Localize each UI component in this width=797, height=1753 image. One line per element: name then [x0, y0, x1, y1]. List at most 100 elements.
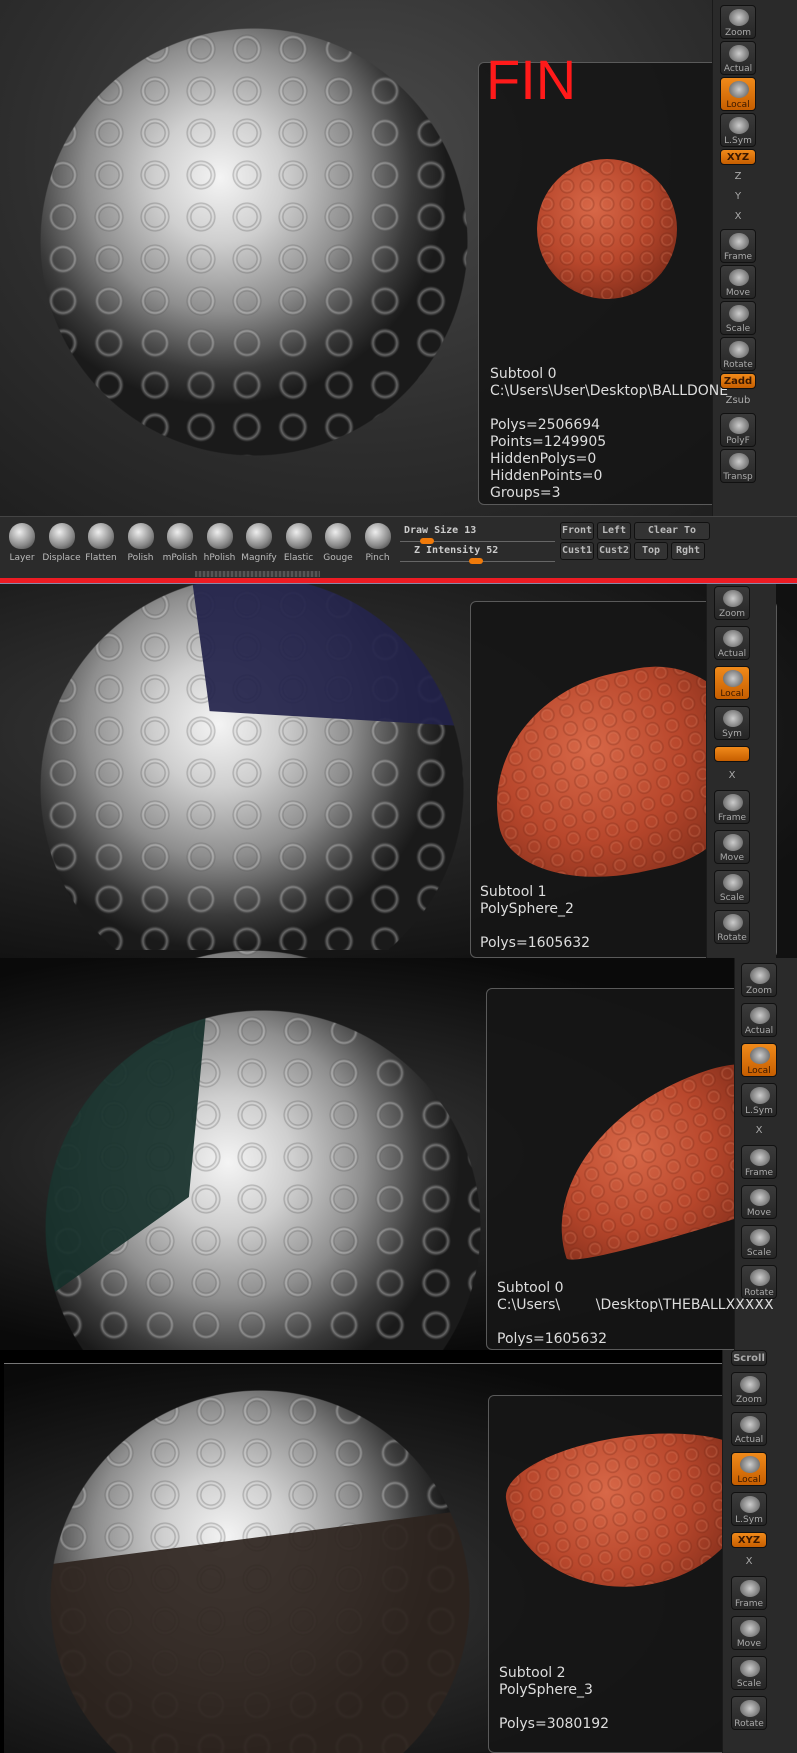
button-label: Scale — [725, 324, 751, 334]
brush-polish[interactable]: Polish — [121, 523, 161, 563]
z-button[interactable]: Z — [720, 169, 756, 185]
move-button[interactable]: Move — [731, 1616, 767, 1650]
actual-button[interactable]: Actual — [714, 626, 750, 660]
scale-icon — [723, 874, 743, 891]
actual-button[interactable]: Actual — [731, 1412, 767, 1446]
scroll-button[interactable]: Scroll — [731, 1350, 767, 1366]
screenshot-panel-1: FIN Layer Displace Flatten Polish mPolish hPo… — [0, 0, 797, 578]
rotate-button[interactable]: Rotate — [720, 337, 756, 371]
view-cust2-button[interactable]: Cust2 — [597, 542, 631, 560]
option-button[interactable] — [714, 746, 750, 762]
xyz-button[interactable]: XYZ — [731, 1532, 767, 1548]
rotate-button[interactable]: Rotate — [731, 1696, 767, 1730]
x-button[interactable]: X — [731, 1554, 767, 1570]
brush-label: Pinch — [365, 553, 390, 563]
y-button[interactable]: Y — [720, 189, 756, 205]
brush-displace[interactable]: Displace — [42, 523, 82, 563]
l-sym-button[interactable]: L.Sym — [731, 1492, 767, 1526]
info-line: Polys=1605632 — [480, 935, 591, 951]
button-label: Local — [726, 100, 750, 110]
rotate-button[interactable]: Rotate — [741, 1265, 777, 1299]
l-sym-button[interactable]: L.Sym — [741, 1083, 777, 1117]
button-label: Local — [747, 1066, 771, 1076]
button-label: XYZ — [737, 1535, 761, 1546]
x-button[interactable]: X — [741, 1123, 777, 1139]
info-line: Points=1249905 — [490, 434, 607, 450]
scale-button[interactable]: Scale — [714, 870, 750, 904]
brush-elastic[interactable]: Elastic — [279, 523, 319, 563]
button-label: Transp — [723, 472, 753, 482]
button-label: Rotate — [734, 1719, 764, 1729]
move-button[interactable]: Move — [714, 830, 750, 864]
l-sym-button[interactable]: L.Sym — [720, 113, 756, 147]
frame-button[interactable]: Frame — [720, 229, 756, 263]
button-label: L.Sym — [735, 1515, 763, 1525]
screenshot-panel-4: Subtool 2 PolySphere_3 Polys=3080192 Scroll… — [0, 1350, 797, 1753]
rotate-button[interactable]: Rotate — [714, 910, 750, 944]
local-icon — [750, 1047, 770, 1064]
zoom-button[interactable]: Zoom — [714, 586, 750, 620]
button-label: Rotate — [717, 933, 747, 943]
brush-icon — [325, 523, 351, 549]
subtool-info-text: Subtool 2 PolySphere_3 Polys=3080192 — [499, 1665, 609, 1733]
button-label: Y — [734, 191, 742, 202]
scale-button[interactable]: Scale — [720, 301, 756, 335]
zoom-button[interactable]: Zoom — [741, 963, 777, 997]
frame-button[interactable]: Frame — [741, 1145, 777, 1179]
view-cust1-button[interactable]: Cust1 — [560, 542, 594, 560]
button-label: Zoom — [719, 609, 745, 619]
transp-button[interactable]: Transp — [720, 449, 756, 483]
brush-icon — [127, 523, 154, 549]
brush-pinch[interactable]: Pinch — [358, 523, 398, 563]
view-left-button[interactable]: Left — [597, 522, 631, 540]
l-sym-icon — [729, 117, 749, 134]
brush-magnify[interactable]: Magnify — [239, 523, 279, 563]
local-button[interactable]: Local — [731, 1452, 767, 1486]
x-button[interactable]: X — [720, 209, 756, 225]
xyz-button[interactable]: XYZ — [720, 149, 756, 165]
local-button[interactable]: Local — [720, 77, 756, 111]
info-line: Subtool 2 — [499, 1665, 566, 1681]
brush-icon — [206, 523, 233, 549]
move-button[interactable]: Move — [720, 265, 756, 299]
screenshot-panel-2: Subtool 1 PolySphere_2 Polys=1605632 Zoom Ac… — [0, 584, 797, 958]
local-button[interactable]: Local — [741, 1043, 777, 1077]
z-intensity-handle[interactable] — [468, 558, 483, 564]
polyf-button[interactable]: PolyF — [720, 413, 756, 447]
draw-size-handle[interactable] — [420, 538, 435, 544]
view-top-button[interactable]: Top — [634, 542, 668, 560]
info-line: HiddenPoints=0 — [490, 468, 603, 484]
actual-button[interactable]: Actual — [741, 1003, 777, 1037]
sym-button[interactable]: Sym — [714, 706, 750, 740]
frame-button[interactable]: Frame — [731, 1576, 767, 1610]
zsub-button[interactable]: Zsub — [720, 393, 756, 409]
frame-button[interactable]: Frame — [714, 790, 750, 824]
scale-button[interactable]: Scale — [741, 1225, 777, 1259]
brush-shelf: Layer Displace Flatten Polish mPolish hPolish… — [0, 516, 797, 578]
brush-gouge[interactable]: Gouge — [318, 523, 358, 563]
sculpt-sphere — [40, 584, 464, 958]
view-rght-button[interactable]: Rght — [671, 542, 705, 560]
brush-icon — [246, 523, 272, 549]
zadd-button[interactable]: Zadd — [720, 373, 756, 389]
annotation-fin: FIN — [486, 48, 577, 111]
frame-icon — [723, 794, 743, 811]
move-button[interactable]: Move — [741, 1185, 777, 1219]
button-label: Rotate — [744, 1288, 774, 1298]
view-clear-to-button[interactable]: Clear To — [634, 522, 710, 540]
actual-button[interactable]: Actual — [720, 41, 756, 75]
local-button[interactable]: Local — [714, 666, 750, 700]
brush-hpolish[interactable]: hPolish — [200, 523, 240, 563]
zoom-button[interactable]: Zoom — [731, 1372, 767, 1406]
button-label: Move — [719, 853, 745, 863]
x-button[interactable]: X — [714, 768, 750, 784]
view-front-button[interactable]: Front — [560, 522, 594, 540]
scale-button[interactable]: Scale — [731, 1656, 767, 1690]
info-line: Polys=3080192 — [499, 1716, 610, 1732]
info-line: HiddenPolys=0 — [490, 451, 597, 467]
shelf-collapse-handle[interactable] — [195, 571, 320, 577]
brush-layer[interactable]: Layer — [2, 523, 42, 563]
brush-flatten[interactable]: Flatten — [81, 523, 121, 563]
brush-mpolish[interactable]: mPolish — [160, 523, 200, 563]
zoom-button[interactable]: Zoom — [720, 5, 756, 39]
